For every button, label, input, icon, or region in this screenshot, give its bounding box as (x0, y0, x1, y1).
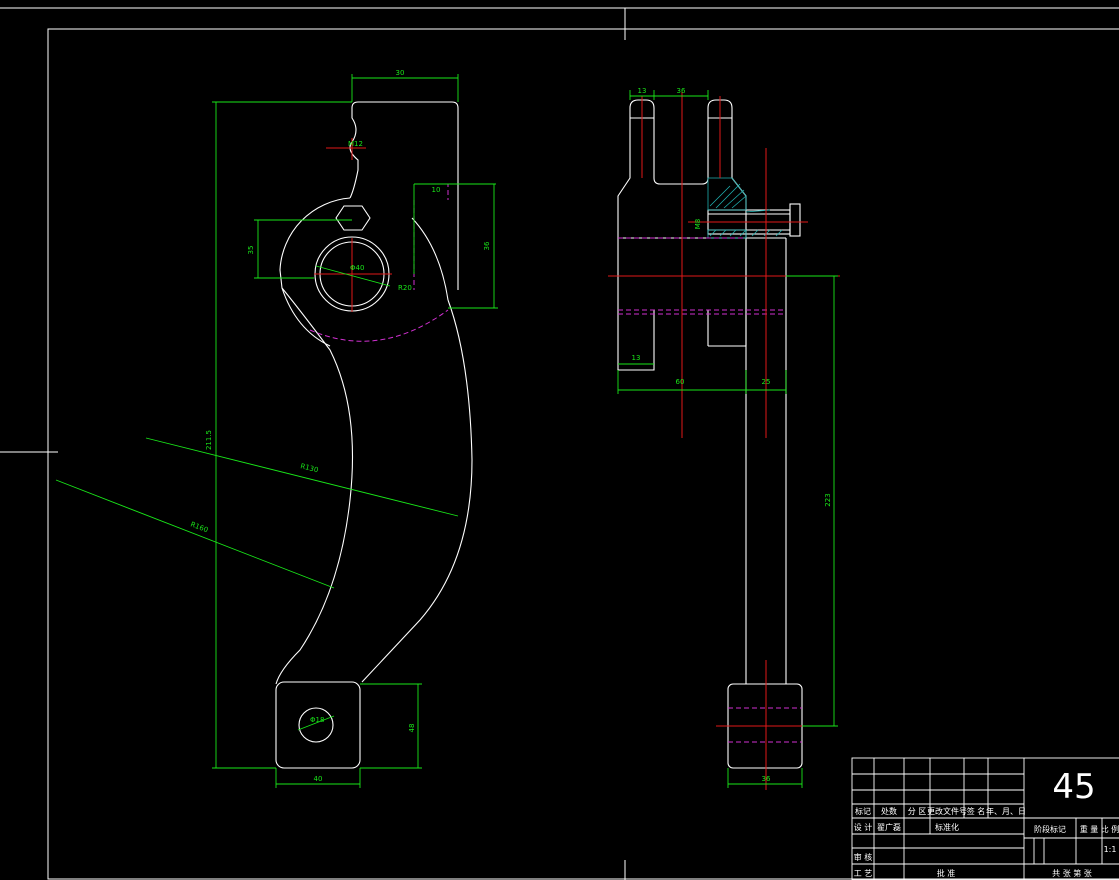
tb-header-zone: 分 区 (908, 807, 927, 816)
front-view-outline (275, 101, 473, 769)
tb-approve: 批 准 (937, 868, 956, 878)
dim-fork-width: 60 (676, 378, 685, 386)
side-view-dimensions (617, 90, 838, 788)
front-view-hidden (309, 183, 449, 342)
tb-designer: 翟广磊 (877, 822, 901, 832)
front-view-centerlines (314, 138, 392, 312)
tb-review: 审 核 (854, 852, 873, 862)
dim-top-width: 30 (396, 69, 405, 77)
sheet-frame (0, 7, 1119, 880)
tb-sheet-text: 共 张 第 张 (1052, 868, 1092, 878)
dim-shank-length: 223 (824, 493, 832, 506)
tb-header-count: 处数 (881, 806, 897, 816)
tb-process: 工 艺 (854, 869, 873, 878)
dim-pad-width-side: 36 (762, 775, 771, 783)
side-view-centerlines (608, 92, 840, 790)
dim-ear-width: 13 (638, 87, 647, 95)
dim-gap-width: 36 (677, 87, 686, 95)
tb-weight-label: 重 量 (1080, 824, 1099, 834)
dim-pad-height: 48 (408, 724, 416, 733)
drawing-canvas: 30 211.5 10 36 35 Φ40 R20 M12 R130 R160 … (0, 7, 1119, 880)
tb-header-mark: 标记 (855, 806, 871, 816)
side-view-hidden (618, 237, 802, 743)
tb-header-change-doc: 更改文件号 (927, 806, 967, 816)
dim-slot-height: 36 (483, 241, 491, 250)
tb-scale-label: 比 例 (1101, 824, 1119, 834)
dim-overall-height: 211.5 (205, 430, 213, 450)
dim-base-width: 13 (632, 354, 641, 362)
dim-radius-arc-1: R130 (300, 462, 320, 474)
tb-standardization: 标准化 (935, 822, 959, 832)
dim-slot-depth: 10 (432, 186, 441, 194)
tb-header-signature: 签 名 (967, 806, 986, 816)
dim-bore-dia: Φ40 (350, 264, 364, 272)
tb-scale-value: 1:1 (1104, 845, 1117, 854)
side-view-outline (617, 99, 803, 769)
dim-bore-offset: 35 (247, 246, 255, 255)
side-view-dim-text: 13 36 60 25 M8 13 223 36 (632, 87, 832, 783)
dim-bore-r: R20 (398, 284, 412, 292)
title-block-text: 45 标记 处数 分 区 更改文件号 签 名 年、月、日 设 计 翟广磊 标准化… (854, 767, 1119, 878)
side-view-hatch (707, 177, 783, 239)
dim-pad-width: 40 (314, 775, 323, 783)
dim-pad-hole: Φ18 (310, 716, 324, 724)
tb-design-label: 设 计 (854, 822, 873, 832)
dim-radius-arc-2: R160 (189, 520, 209, 534)
dim-shank-width: 25 (762, 378, 771, 386)
front-view-dim-text: 30 211.5 10 36 35 Φ40 R20 M12 R130 R160 … (189, 69, 491, 783)
tb-header-date: 年、月、日 (986, 806, 1026, 816)
material-label: 45 (1052, 767, 1095, 807)
tb-stage-label: 阶段标记 (1034, 824, 1066, 834)
dim-thread: M8 (694, 219, 702, 230)
dim-hole-m: M12 (348, 140, 363, 148)
